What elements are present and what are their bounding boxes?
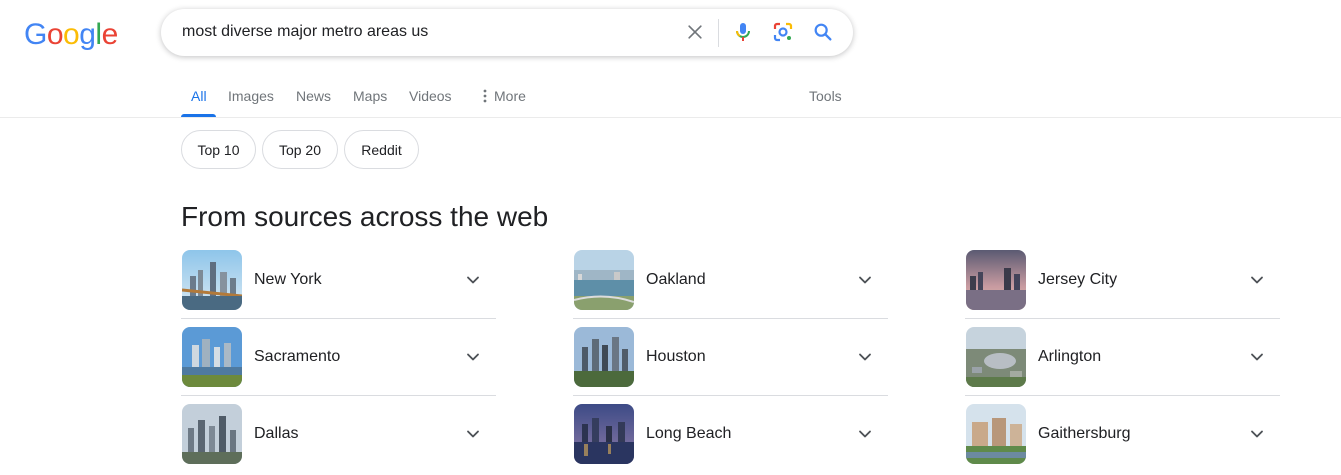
city-item-houston[interactable]: Houston (573, 327, 888, 404)
city-item-long-beach[interactable]: Long Beach (573, 404, 888, 475)
chip-top-20[interactable]: Top 20 (262, 130, 338, 169)
chevron-down-icon[interactable] (463, 347, 483, 367)
city-thumbnail (966, 327, 1026, 387)
city-thumbnail (966, 404, 1026, 464)
city-thumbnail (182, 327, 242, 387)
chevron-down-icon[interactable] (855, 270, 875, 290)
item-divider (573, 318, 888, 319)
city-item-gaithersburg[interactable]: Gaithersburg (965, 404, 1280, 475)
chevron-down-icon[interactable] (855, 347, 875, 367)
close-icon (688, 25, 702, 39)
chip-top-10[interactable]: Top 10 (181, 130, 256, 169)
city-name: Arlington (1038, 348, 1102, 365)
chevron-down-icon[interactable] (1247, 270, 1267, 290)
city-name: Dallas (254, 425, 299, 442)
city-item-jersey-city[interactable]: Jersey City (965, 250, 1280, 327)
item-divider (965, 395, 1280, 396)
chevron-down-icon[interactable] (463, 270, 483, 290)
city-thumbnail (966, 250, 1026, 310)
chevron-down-icon[interactable] (1247, 347, 1267, 367)
city-name: Oakland (646, 271, 706, 288)
search-button[interactable] (811, 20, 835, 44)
more-vert-icon (483, 89, 487, 103)
item-divider (573, 395, 888, 396)
lens-icon (773, 22, 793, 42)
logo-letter: o (63, 18, 80, 51)
tab-images[interactable]: Images (228, 88, 274, 104)
search-divider (718, 19, 719, 47)
voice-search-button[interactable] (731, 20, 755, 44)
search-box[interactable]: most diverse major metro areas us (161, 9, 853, 56)
city-name: Long Beach (646, 425, 732, 442)
city-item-dallas[interactable]: Dallas (181, 404, 496, 475)
city-thumbnail (574, 327, 634, 387)
tab-more-label: More (494, 88, 526, 104)
tools-button[interactable]: Tools (809, 88, 842, 104)
logo-letter: G (24, 18, 47, 51)
tab-news[interactable]: News (296, 88, 331, 104)
item-divider (965, 318, 1280, 319)
logo-letter: o (46, 18, 64, 51)
city-thumbnail (574, 404, 634, 464)
city-thumbnail (182, 250, 242, 310)
tab-videos[interactable]: Videos (409, 88, 452, 104)
tab-maps[interactable]: Maps (353, 88, 387, 104)
header-divider (0, 117, 1341, 118)
logo-letter: g (79, 18, 96, 51)
city-item-sacramento[interactable]: Sacramento (181, 327, 496, 404)
city-name: Jersey City (1038, 271, 1118, 288)
tab-all[interactable]: All (191, 88, 207, 104)
chevron-down-icon[interactable] (855, 424, 875, 444)
city-name: New York (254, 271, 322, 288)
city-thumbnail (182, 404, 242, 464)
city-item-arlington[interactable]: Arlington (965, 327, 1280, 404)
tab-more[interactable]: More (479, 88, 526, 104)
city-name: Sacramento (254, 348, 341, 365)
city-thumbnail (574, 250, 634, 310)
city-item-oakland[interactable]: Oakland (573, 250, 888, 327)
section-title: From sources across the web (181, 201, 549, 232)
search-icon (814, 23, 832, 41)
chevron-down-icon[interactable] (1247, 424, 1267, 444)
chip-reddit[interactable]: Reddit (344, 130, 419, 169)
logo-letter: e (101, 18, 119, 51)
search-input[interactable]: most diverse major metro areas us (182, 22, 428, 42)
google-logo[interactable]: Google (24, 15, 118, 55)
item-divider (181, 318, 496, 319)
microphone-icon (736, 23, 750, 41)
chevron-down-icon[interactable] (463, 424, 483, 444)
item-divider (181, 395, 496, 396)
image-search-button[interactable] (771, 20, 795, 44)
city-name: Houston (646, 348, 706, 365)
city-name: Gaithersburg (1038, 425, 1131, 442)
city-item-new-york[interactable]: New York (181, 250, 496, 327)
clear-search-button[interactable] (683, 20, 707, 44)
